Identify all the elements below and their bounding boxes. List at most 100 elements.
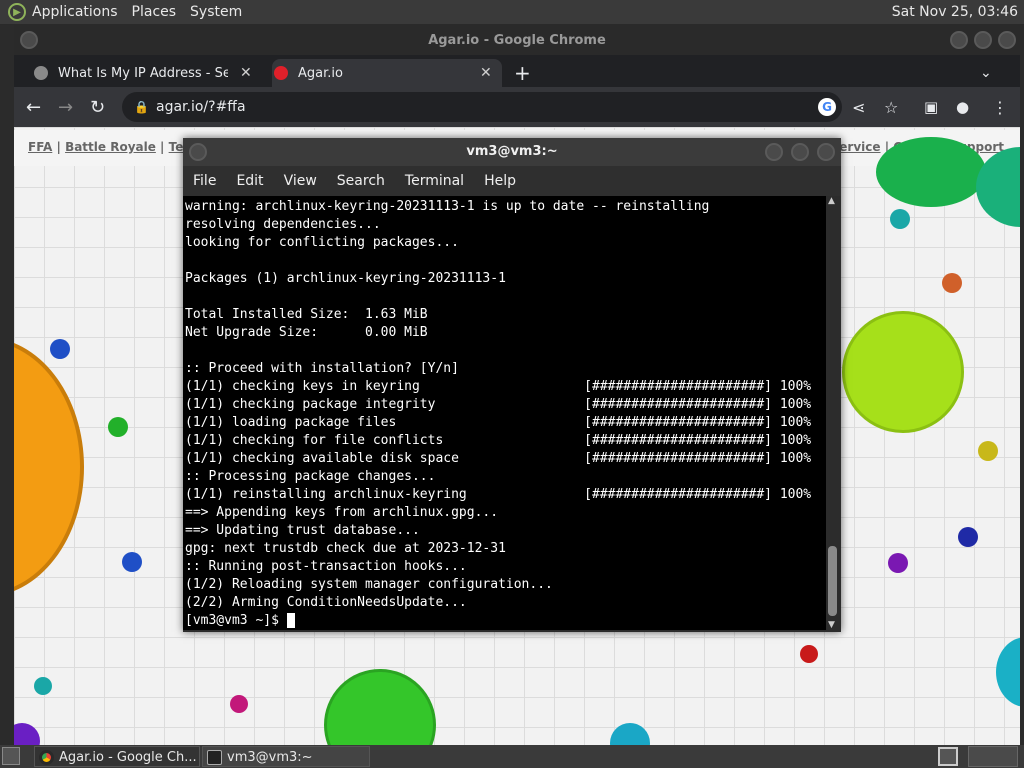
terminal-line: ==> Appending keys from archlinux.gpg...: [185, 505, 499, 520]
agario-favicon-icon: [274, 66, 288, 80]
workspace-switcher-icon[interactable]: [938, 747, 958, 766]
scrollbar-thumb[interactable]: [828, 546, 837, 616]
chrome-icon: [39, 750, 54, 765]
scroll-up-arrow-icon[interactable]: ▲: [828, 196, 835, 206]
terminal-lines: warning: archlinux-keyring-20231113-1 is…: [185, 198, 826, 612]
workspace-pager[interactable]: [968, 746, 1018, 767]
food-pellet: [122, 552, 142, 572]
terminal-line: ==> Updating trust database...: [185, 523, 420, 538]
maximize-button[interactable]: [974, 31, 992, 49]
share-icon[interactable]: ⋖: [852, 98, 865, 117]
terminal-scrollbar[interactable]: ▲ ▼: [826, 196, 839, 630]
close-window-button[interactable]: [817, 143, 835, 161]
show-desktop-icon[interactable]: [2, 747, 20, 765]
menu-applications[interactable]: Applications: [32, 4, 118, 20]
tab-label: Agar.io: [298, 65, 343, 81]
terminal-window: vm3@vm3:~ File Edit View Search Terminal…: [183, 138, 841, 632]
tab-agario[interactable]: Agar.io ✕: [272, 59, 502, 87]
window-menu-button[interactable]: [20, 31, 38, 49]
food-pellet: [34, 677, 52, 695]
menu-view[interactable]: View: [284, 173, 317, 189]
food-pellet: [958, 527, 978, 547]
terminal-line: (1/1) checking for file conflicts [#####…: [185, 433, 812, 448]
terminal-titlebar[interactable]: vm3@vm3:~: [183, 138, 841, 166]
menu-edit[interactable]: Edit: [236, 173, 263, 189]
tab-strip: What Is My IP Address - See Y ✕ Agar.io …: [14, 55, 1020, 87]
close-tab-icon[interactable]: ✕: [480, 65, 492, 81]
terminal-line: (1/2) Reloading system manager configura…: [185, 577, 553, 592]
chrome-window-title: Agar.io - Google Chrome: [428, 33, 606, 48]
food-pellet: [942, 273, 962, 293]
terminal-line: resolving dependencies...: [185, 217, 381, 232]
terminal-line: Total Installed Size: 1.63 MiB: [185, 307, 428, 322]
terminal-line: :: Processing package changes...: [185, 469, 436, 484]
enemy-blob: [876, 137, 986, 207]
address-bar[interactable]: 🔒 agar.io/?#ffa G: [122, 92, 842, 122]
bookmark-star-icon[interactable]: ☆: [884, 98, 898, 117]
taskbar-item-label: vm3@vm3:~: [227, 750, 313, 765]
maximize-button[interactable]: [791, 143, 809, 161]
menu-help[interactable]: Help: [484, 173, 516, 189]
browser-toolbar: ← → ↻ 🔒 agar.io/?#ffa G ⋖ ☆ ▣ ● ⋮: [14, 87, 1020, 127]
close-window-button[interactable]: [998, 31, 1016, 49]
taskbar-item-chrome[interactable]: Agar.io - Google Ch...: [34, 746, 200, 767]
lock-icon[interactable]: 🔒: [134, 92, 149, 122]
food-pellet: [230, 695, 248, 713]
window-menu-button[interactable]: [189, 143, 207, 161]
terminal-title: vm3@vm3:~: [466, 144, 558, 159]
terminal-output[interactable]: warning: archlinux-keyring-20231113-1 is…: [183, 196, 826, 630]
terminal-line: (1/1) reinstalling archlinux-keyring [##…: [185, 487, 812, 502]
google-lens-icon[interactable]: G: [818, 98, 836, 116]
tab-whatismyip[interactable]: What Is My IP Address - See Y ✕: [34, 59, 264, 87]
chrome-titlebar[interactable]: Agar.io - Google Chrome: [14, 25, 1020, 55]
new-tab-button[interactable]: +: [514, 59, 531, 87]
food-pellet: [610, 723, 650, 745]
minimize-button[interactable]: [765, 143, 783, 161]
food-pellet: [888, 553, 908, 573]
menu-system[interactable]: System: [190, 4, 242, 20]
url-text: agar.io/?#ffa: [156, 99, 246, 115]
reload-icon[interactable]: ↻: [90, 97, 105, 118]
distro-logo-icon[interactable]: ▶: [8, 3, 26, 21]
terminal-prompt: [vm3@vm3 ~]$: [185, 613, 287, 628]
food-pellet: [50, 339, 70, 359]
forward-arrow-icon[interactable]: →: [58, 97, 73, 118]
nav-battle-royale-link[interactable]: Battle Royale: [65, 140, 156, 154]
food-pellet: [890, 209, 910, 229]
menu-terminal[interactable]: Terminal: [405, 173, 464, 189]
menu-search[interactable]: Search: [337, 173, 385, 189]
side-panel-icon[interactable]: ▣: [924, 98, 938, 116]
bottom-taskbar: Agar.io - Google Ch... vm3@vm3:~: [0, 745, 1024, 768]
terminal-line: (1/1) loading package files [###########…: [185, 415, 812, 430]
scroll-down-arrow-icon[interactable]: ▼: [828, 620, 835, 630]
terminal-line: :: Running post-transaction hooks...: [185, 559, 467, 574]
text-cursor: [286, 613, 295, 628]
food-pellet: [978, 441, 998, 461]
terminal-line: Packages (1) archlinux-keyring-20231113-…: [185, 271, 506, 286]
terminal-line: (1/1) checking available disk space [###…: [185, 451, 812, 466]
terminal-line: warning: archlinux-keyring-20231113-1 is…: [185, 199, 710, 214]
food-pellet: [14, 723, 40, 745]
terminal-line: gpg: next trustdb check due at 2023-12-3…: [185, 541, 506, 556]
nav-ffa-link[interactable]: FFA: [28, 140, 52, 154]
close-tab-icon[interactable]: ✕: [240, 65, 252, 81]
terminal-line: (1/1) checking keys in keyring [########…: [185, 379, 812, 394]
tab-search-chevron-icon[interactable]: ⌄: [980, 59, 992, 87]
food-pellet: [108, 417, 128, 437]
player-blob: [14, 337, 84, 597]
terminal-icon: [207, 750, 222, 765]
back-arrow-icon[interactable]: ←: [26, 97, 41, 118]
clock[interactable]: Sat Nov 25, 03:46: [892, 4, 1018, 20]
menu-places[interactable]: Places: [132, 4, 177, 20]
terminal-line: (2/2) Arming ConditionNeedsUpdate...: [185, 595, 467, 610]
menu-file[interactable]: File: [193, 173, 216, 189]
taskbar-item-terminal[interactable]: vm3@vm3:~: [202, 746, 370, 767]
enemy-blob: [324, 669, 436, 745]
terminal-line: looking for conflicting packages...: [185, 235, 459, 250]
minimize-button[interactable]: [950, 31, 968, 49]
more-menu-icon[interactable]: ⋮: [992, 98, 1008, 117]
profile-icon[interactable]: ●: [956, 98, 969, 116]
